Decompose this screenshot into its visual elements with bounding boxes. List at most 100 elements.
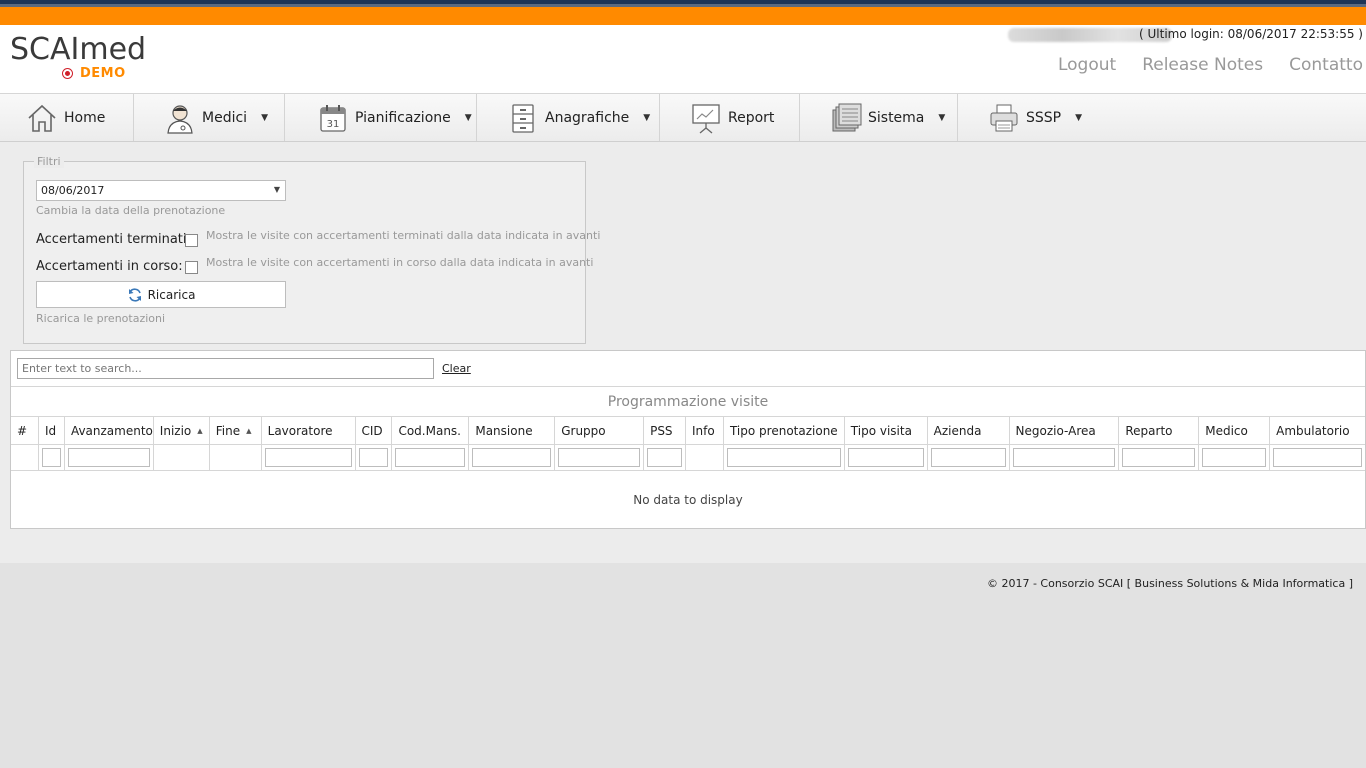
grid-title: Programmazione visite [11,387,1365,417]
visits-grid: Clear Programmazione visite # Id Avanzamen… [10,350,1366,529]
menu-item-anagrafiche[interactable]: Anagrafiche ▼ [477,94,660,141]
column-header-inizio[interactable]: Inizio ▲ [154,417,210,444]
column-header-fine[interactable]: Fine ▲ [210,417,262,444]
column-filter-input[interactable] [264,448,352,467]
menu-item-sssp[interactable]: SSSP ▼ [958,94,1108,141]
reload-button[interactable]: Ricarica [36,281,286,308]
chevron-down-icon: ▼ [938,112,946,123]
servers-icon [830,102,862,134]
inprogress-checkbox[interactable] [185,261,198,274]
chevron-down-icon[interactable]: ▼ [274,185,280,194]
column-header-index[interactable]: # [11,417,39,444]
completed-checkbox[interactable] [185,234,198,247]
column-header-medico[interactable]: Medico [1199,417,1271,444]
copyright-text: © 2017 - Consorzio SCAI [ Business Solut… [986,577,1353,590]
column-filter-input[interactable] [1273,448,1362,467]
contact-link[interactable]: Contatto [1289,55,1363,75]
release-notes-link[interactable]: Release Notes [1142,55,1263,75]
header: SCAImed DEMO ( Ultimo login: 08/06/2017 … [0,25,1366,93]
column-header-mansione[interactable]: Mansione [469,417,556,444]
printer-icon [988,102,1020,134]
date-picker[interactable]: 08/06/2017 ▼ [36,180,286,201]
content-bottom [0,529,1366,563]
column-header-ambulatorio[interactable]: Ambulatorio [1270,417,1365,444]
column-header-gruppo[interactable]: Gruppo [555,417,645,444]
filter-cell-gruppo [555,445,645,470]
menu-label: Pianificazione [355,109,451,126]
column-filter-input[interactable] [1122,448,1196,467]
column-header-label: # [17,423,28,438]
column-filter-input[interactable] [930,448,1006,467]
filter-cell-mansione [469,445,556,470]
column-filter-input[interactable] [647,448,683,467]
column-filter-input[interactable] [41,448,61,467]
menu-item-report[interactable]: Report [660,94,800,141]
top-stripe [0,4,1366,7]
column-filter-input[interactable] [395,448,466,467]
column-header-label: Id [44,423,57,438]
logout-link[interactable]: Logout [1058,55,1116,75]
column-header-cod-mans[interactable]: Cod.Mans. [392,417,470,444]
filter-cell-ambulatorio [1270,445,1365,470]
column-header-label: PSS [650,423,673,438]
column-filter-input[interactable] [847,448,924,467]
filter-cell-medico [1199,445,1271,470]
chevron-down-icon: ▼ [464,112,472,123]
clear-link[interactable]: Clear [442,362,471,375]
search-input[interactable] [17,358,434,379]
column-filter-input[interactable] [1012,448,1116,467]
sort-up-icon[interactable]: ▲ [197,427,202,435]
filter-cell-avanzamento [65,445,154,470]
filter-cell-cod-mans [392,445,470,470]
chevron-down-icon: ▼ [1075,112,1083,123]
column-filter-input[interactable] [1202,448,1267,467]
column-header-lavoratore[interactable]: Lavoratore [262,417,356,444]
column-filter-input[interactable] [558,448,641,467]
filters-panel: Filtri 08/06/2017 ▼ Cambia la data della… [23,155,600,344]
header-links: Logout Release Notes Contatto [1058,55,1363,75]
menu-item-pianificazione[interactable]: 31 Pianificazione ▼ [285,94,477,141]
column-header-cid[interactable]: CID [356,417,393,444]
column-header-label: Negozio-Area [1015,423,1096,438]
column-header-tipo-visita[interactable]: Tipo visita [845,417,928,444]
completed-hint: Mostra le visite con accertamenti termin… [206,229,601,242]
calendar-icon: 31 [317,102,349,134]
refresh-icon [127,287,143,303]
column-header-azienda[interactable]: Azienda [928,417,1010,444]
main-menu: Home Medici ▼ 31 Pianificazione ▼ Anagra… [0,93,1366,142]
column-filter-input[interactable] [67,448,150,467]
app-logo[interactable]: SCAImed DEMO [10,33,160,85]
menu-item-medici[interactable]: Medici ▼ [134,94,285,141]
column-header-label: Ambulatorio [1276,423,1350,438]
menu-label: Sistema [868,109,925,126]
column-header-tipo-prenotazione[interactable]: Tipo prenotazione [724,417,845,444]
column-filter-input[interactable] [472,448,552,467]
column-filter-input[interactable] [358,448,389,467]
menu-label: Report [728,109,775,126]
logo-dot-icon [63,69,72,78]
column-header-label: Cod.Mans. [398,423,461,438]
column-header-label: Fine [215,423,241,438]
logo-wordmark: SCAImed [10,32,147,67]
menu-item-home[interactable]: Home [0,94,134,141]
reload-hint: Ricarica le prenotazioni [36,312,166,325]
column-header-id[interactable]: Id [39,417,65,444]
column-filter-input[interactable] [726,448,841,467]
column-header-label: Mansione [475,423,533,438]
completed-label: Accertamenti terminati: [36,232,191,247]
top-accent-bar [0,0,1366,25]
filter-cell-id [39,445,65,470]
sort-up-icon[interactable]: ▲ [246,427,251,435]
filter-cell-index [11,445,39,470]
column-header-negozio-area[interactable]: Negozio-Area [1010,417,1120,444]
column-header-label: Medico [1205,423,1248,438]
column-header-avanzamento[interactable]: Avanzamento [65,417,154,444]
presentation-icon [690,102,722,134]
column-header-info[interactable]: Info [686,417,724,444]
filters-legend: Filtri [34,155,64,168]
column-header-pss[interactable]: PSS [644,417,687,444]
menu-item-sistema[interactable]: Sistema ▼ [800,94,958,141]
menu-label: Anagrafiche [545,109,630,126]
column-header-reparto[interactable]: Reparto [1119,417,1200,444]
last-login-text: ( Ultimo login: 08/06/2017 22:53:55 ) [1139,27,1363,41]
